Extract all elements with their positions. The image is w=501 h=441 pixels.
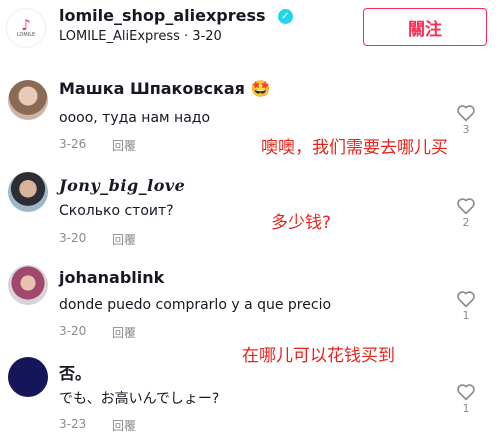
- translation-annotation: 多少钱?: [271, 213, 332, 233]
- comment-username[interactable]: Машка Шпаковская 🤩: [59, 79, 270, 98]
- follow-button[interactable]: 關注: [363, 8, 487, 46]
- heart-outline-icon[interactable]: [456, 383, 476, 401]
- reply-button[interactable]: 回覆: [112, 417, 136, 434]
- shop-name[interactable]: lomile_shop_aliexpress: [59, 6, 266, 25]
- logo-mark-icon: ♪: [21, 15, 31, 34]
- shop-subtitle: LOMILE_AliExpress · 3-20: [59, 29, 222, 44]
- reply-button[interactable]: 回覆: [112, 324, 136, 341]
- heart-outline-icon[interactable]: [456, 197, 476, 215]
- comment-date: 3-20: [59, 231, 87, 245]
- star-struck-emoji-icon: 🤩: [250, 79, 271, 98]
- heart-outline-icon[interactable]: [456, 290, 476, 308]
- like-count: 3: [462, 123, 470, 136]
- logo-text: LOMILE: [16, 31, 36, 38]
- commenter-avatar[interactable]: [8, 265, 48, 305]
- comment-username[interactable]: johanablink: [59, 268, 164, 287]
- comment-text: Сколько стоит?: [59, 203, 174, 219]
- commenter-avatar[interactable]: [8, 357, 48, 397]
- comment-date: 3-26: [59, 137, 87, 151]
- comment-username[interactable]: 否。: [59, 360, 91, 384]
- comment-date: 3-20: [59, 324, 87, 338]
- like-count: 1: [462, 309, 470, 322]
- like-count: 1: [462, 402, 470, 415]
- like-count: 2: [462, 216, 470, 229]
- commenter-avatar[interactable]: [8, 172, 48, 212]
- comment-username[interactable]: Jony_big_love: [59, 176, 185, 195]
- comment-text: でも、お高いんでしょー?: [59, 391, 220, 407]
- translation-annotation: 在哪儿可以花钱买到: [242, 346, 395, 366]
- shop-avatar-logo[interactable]: ♪ LOMILE: [6, 8, 46, 48]
- reply-button[interactable]: 回覆: [112, 137, 136, 154]
- comment-text: оооо, туда нам надо: [59, 110, 211, 126]
- heart-outline-icon[interactable]: [456, 104, 476, 122]
- commenter-avatar[interactable]: [8, 80, 48, 120]
- comment-text: donde puedo comprarlo y a que precio: [59, 297, 332, 313]
- translation-annotation: 噢噢，我们需要去哪儿买: [261, 138, 448, 158]
- reply-button[interactable]: 回覆: [112, 231, 136, 248]
- comment-date: 3-23: [59, 417, 87, 431]
- verified-badge-icon: ✓: [278, 9, 293, 24]
